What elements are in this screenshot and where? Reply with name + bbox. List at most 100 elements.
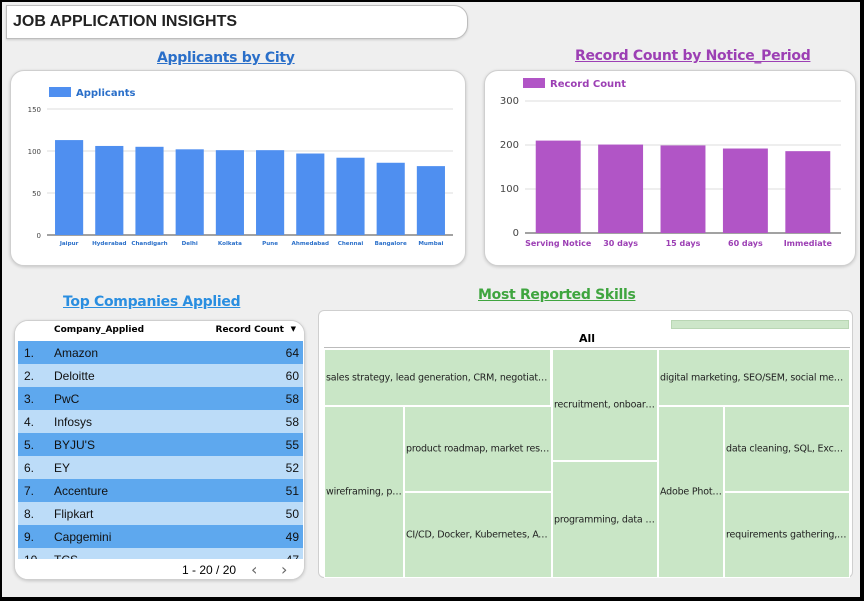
treemap-tile[interactable]: wireframing, pro... — [324, 406, 404, 578]
legend-label: Record Count — [550, 79, 626, 90]
x-tick-label: Serving Notice — [525, 239, 592, 248]
chevron-right-icon[interactable]: › — [281, 560, 287, 579]
city-chart-title: Applicants by City — [157, 50, 295, 66]
legend-swatch — [523, 78, 545, 88]
company-name: BYJU'S — [54, 438, 95, 452]
x-tick-label: Mumbai — [418, 241, 443, 247]
company-name: Deloitte — [54, 369, 95, 383]
company-name: PwC — [54, 392, 80, 406]
treemap-filter-tab[interactable] — [671, 320, 849, 329]
treemap-tile-label: requirements gathering, dat... — [726, 529, 849, 541]
pagination-label: 1 - 20 / 20 — [182, 563, 237, 577]
treemap-root-label: All — [578, 332, 596, 345]
record-count: 51 — [285, 484, 299, 498]
treemap-tile-label: sales strategy, lead generation, CRM, ne… — [326, 372, 550, 383]
row-index: 9. — [24, 530, 35, 544]
record-count: 52 — [285, 461, 299, 475]
y-tick-label: 200 — [500, 140, 519, 151]
record-count: 58 — [285, 415, 299, 429]
bar[interactable] — [135, 146, 164, 235]
bar[interactable] — [660, 145, 706, 233]
row-index: 1. — [24, 346, 35, 360]
bar[interactable] — [296, 153, 325, 235]
bar[interactable] — [722, 148, 768, 233]
bar[interactable] — [416, 166, 445, 235]
record-count: 55 — [285, 438, 299, 452]
y-tick-label: 150 — [28, 106, 41, 114]
city-chart-card: Applicants 150 100 50 0 Jaipur Hyderabad Chandi… — [10, 70, 466, 266]
company-name: Accenture — [54, 484, 109, 498]
chevron-left-icon[interactable]: ‹ — [251, 560, 257, 579]
treemap-tile[interactable]: requirements gathering, dat... — [724, 492, 850, 578]
x-tick-label: 30 days — [603, 239, 638, 248]
treemap-tile[interactable]: digital marketing, SEO/SEM, social media… — [658, 349, 850, 406]
companies-table: Company_Applied Record Count ▼ 1. Amazon 6… — [14, 320, 305, 580]
x-tick-label: Bangalore — [375, 241, 407, 247]
row-index: 5. — [24, 438, 35, 452]
table-row[interactable]: 2. Deloitte 60 — [18, 364, 303, 387]
x-tick-label: 60 days — [728, 239, 763, 248]
treemap-tile-label: product roadmap, market resear... — [406, 443, 551, 455]
column-header-company[interactable]: Company_Applied — [54, 325, 144, 335]
legend-swatch — [49, 87, 71, 97]
company-name: Capgemini — [54, 530, 112, 544]
table-pagination: 1 - 20 / 20 ‹ › — [15, 559, 304, 579]
treemap-tile-label: digital marketing, SEO/SEM, social media… — [660, 372, 849, 383]
bar[interactable] — [55, 140, 84, 235]
company-name: Amazon — [54, 346, 99, 360]
treemap-tile[interactable]: data cleaning, SQL, Excel,... — [724, 406, 850, 492]
row-index: 6. — [24, 461, 35, 475]
treemap-root[interactable]: All — [324, 329, 850, 348]
table-row[interactable]: 9. Capgemini 49 — [18, 525, 303, 548]
bar[interactable] — [256, 150, 285, 235]
sort-desc-icon[interactable]: ▼ — [291, 325, 296, 333]
table-row[interactable]: 6. EY 52 — [18, 456, 303, 479]
treemap-tile-label: recruitment, onboardin... — [554, 399, 657, 411]
table-row[interactable]: 1. Amazon 64 — [18, 341, 303, 364]
notice-chart-card: Record Count 300 200 100 0 Serving Notice 30 d… — [484, 70, 856, 266]
column-header-record-count[interactable]: Record Count — [216, 325, 284, 335]
treemap-tile[interactable]: product roadmap, market resear... — [404, 406, 552, 492]
table-row[interactable]: 10.TCS47 — [18, 548, 303, 559]
y-tick-label: 0 — [37, 232, 41, 240]
y-tick-label: 300 — [500, 96, 519, 107]
bar[interactable] — [535, 140, 581, 233]
bar[interactable] — [215, 150, 244, 235]
y-tick-label: 0 — [513, 228, 519, 239]
y-tick-label: 100 — [500, 184, 519, 195]
bar[interactable] — [785, 151, 831, 233]
record-count: 50 — [285, 507, 299, 521]
row-index: 3. — [24, 392, 35, 406]
treemap-tile[interactable]: recruitment, onboardin... — [552, 349, 658, 461]
bar[interactable] — [336, 157, 365, 235]
bar[interactable] — [598, 144, 644, 233]
bar[interactable] — [376, 162, 405, 235]
table-body: 1. Amazon 64 2. Deloitte 60 3. PwC 58 4. Infosys 58… — [18, 341, 303, 559]
company-name: Infosys — [54, 415, 93, 429]
bar[interactable] — [95, 145, 124, 235]
company-name: Flipkart — [54, 507, 94, 521]
table-row[interactable]: 7. Accenture 51 — [18, 479, 303, 502]
row-index: 7. — [24, 484, 35, 498]
treemap-tile[interactable]: Adobe Photo... — [658, 406, 724, 578]
x-tick-label: Ahmedabad — [292, 241, 330, 247]
bar[interactable] — [175, 149, 204, 235]
row-index: 2. — [24, 369, 35, 383]
record-count: 64 — [285, 346, 299, 360]
x-tick-label: Pune — [262, 241, 278, 247]
x-tick-label: Chandigarh — [131, 241, 167, 247]
legend-label: Applicants — [76, 88, 135, 99]
treemap-tile[interactable]: programming, data str... — [552, 461, 658, 578]
treemap-tile-label: data cleaning, SQL, Excel,... — [726, 443, 849, 455]
treemap-tile[interactable]: CI/CD, Docker, Kubernetes, AW... — [404, 492, 552, 578]
table-row[interactable]: 8. Flipkart 50 — [18, 502, 303, 525]
record-count: 60 — [285, 369, 299, 383]
treemap-tile[interactable]: sales strategy, lead generation, CRM, ne… — [324, 349, 551, 406]
table-header: Company_Applied Record Count ▼ — [15, 321, 304, 341]
table-row[interactable]: 3. PwC 58 — [18, 387, 303, 410]
x-tick-label: Kolkata — [218, 241, 242, 247]
table-row[interactable]: 4. Infosys 58 — [18, 410, 303, 433]
table-row[interactable]: 5. BYJU'S 55 — [18, 433, 303, 456]
record-count: 49 — [285, 530, 299, 544]
city-bar-chart: Applicants 150 100 50 0 Jaipur Hyderabad Chandi… — [28, 87, 453, 247]
